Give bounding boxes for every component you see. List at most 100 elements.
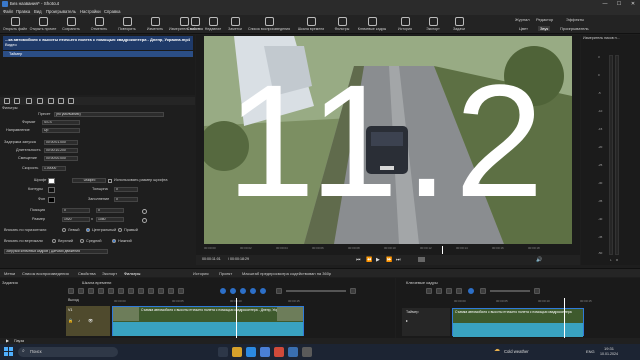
menu-edit[interactable]: Правка xyxy=(16,8,30,15)
thickness-input[interactable]: 0 xyxy=(114,187,138,192)
halign-center-radio[interactable] xyxy=(86,228,90,232)
size-width-input[interactable]: 1920 xyxy=(62,217,90,222)
split-icon[interactable] xyxy=(148,288,154,294)
kf-zoom-slider[interactable] xyxy=(490,290,530,292)
timeline-clip[interactable]: Съемка автомобиля с высоты птичьего поле… xyxy=(112,306,304,336)
layout-audio[interactable]: Звук xyxy=(538,26,551,31)
language-indicator[interactable]: ENG xyxy=(586,349,595,354)
current-timecode[interactable]: 00:00:11:01 xyxy=(202,257,221,261)
playlist-button[interactable]: Список воспроизведения xyxy=(245,16,293,33)
save-button[interactable]: Сохранить xyxy=(57,16,85,33)
move-down-icon[interactable] xyxy=(58,98,64,104)
next-marker-icon[interactable] xyxy=(178,288,184,294)
menu-view[interactable]: Вид xyxy=(34,8,42,15)
paste-filter-icon[interactable] xyxy=(37,98,43,104)
filters-button[interactable]: Фильтры xyxy=(328,16,356,33)
add-filter-icon[interactable] xyxy=(4,98,10,104)
task-view-icon[interactable] xyxy=(218,347,228,357)
preset-select[interactable]: (по умолчанию) xyxy=(54,112,164,117)
minimize-button[interactable]: — xyxy=(598,0,612,8)
redo-button[interactable]: Повторить xyxy=(113,16,141,33)
scrub-icon[interactable] xyxy=(230,288,236,294)
delay-input[interactable]: 00:00:01.000 xyxy=(44,140,78,145)
kf-add-icon[interactable] xyxy=(446,288,452,294)
volume-icon[interactable]: 🔊 xyxy=(536,257,542,263)
taskbar-search-box[interactable]: ⌕ Поиск xyxy=(18,347,118,357)
ripple-markers-icon[interactable] xyxy=(260,288,266,294)
lift-icon[interactable] xyxy=(128,288,134,294)
timeline-menu-icon[interactable] xyxy=(68,288,74,294)
kf-playhead[interactable] xyxy=(564,298,565,338)
history-button[interactable]: История xyxy=(391,16,419,33)
store-icon[interactable] xyxy=(260,347,270,357)
pause-icon[interactable]: ▶ xyxy=(6,338,9,343)
zoom-in-icon[interactable] xyxy=(350,288,356,294)
skip-end-icon[interactable]: ⏭ xyxy=(396,257,401,263)
preview-ruler[interactable]: 00:00:00 00:00:02 00:00:04 00:00:06 00:0… xyxy=(196,246,580,254)
direction-select[interactable]: Up xyxy=(42,128,80,133)
fast-forward-icon[interactable]: ⏩ xyxy=(386,257,392,263)
ripple-icon[interactable] xyxy=(240,288,246,294)
size-keyframe-icon[interactable] xyxy=(142,218,147,223)
playlist-clip-header[interactable]: ...ка автомобиля с высоты птичьего полет… xyxy=(3,36,193,50)
clock-time[interactable]: 19:31 xyxy=(604,346,614,351)
lock-icon[interactable]: 🔒 xyxy=(68,318,73,323)
remove-filter-icon[interactable] xyxy=(14,98,20,104)
ripple-delete-icon[interactable] xyxy=(118,288,124,294)
move-up-icon[interactable] xyxy=(48,98,54,104)
outline-color-swatch[interactable] xyxy=(48,187,55,193)
kf-toggle-icon[interactable]: ▸ xyxy=(406,318,408,323)
duration-input[interactable]: 00:00:10.200 xyxy=(44,148,78,153)
tab-properties[interactable]: Свойства xyxy=(78,269,96,278)
valign-middle-radio[interactable] xyxy=(80,239,84,243)
menu-settings[interactable]: Настройки xyxy=(80,8,101,15)
edge-icon[interactable] xyxy=(246,347,256,357)
text-color-swatch[interactable] xyxy=(48,178,55,184)
chrome-icon[interactable] xyxy=(274,347,284,357)
playhead-marker[interactable] xyxy=(442,246,443,254)
kf-menu-icon[interactable] xyxy=(426,288,432,294)
keyframes-loader-button[interactable]: Загрузки ключевых кадров | Датчики движе… xyxy=(4,249,108,254)
kf-zoom-in-icon[interactable] xyxy=(534,288,540,294)
prev-marker-icon[interactable] xyxy=(168,288,174,294)
track-header-v1[interactable]: V1 🔒 ♪ 👁 xyxy=(66,306,110,336)
timeline-playhead[interactable] xyxy=(236,298,237,338)
overwrite-icon[interactable] xyxy=(138,288,144,294)
maximize-button[interactable]: ☐ xyxy=(612,0,626,8)
jobs-button[interactable]: Задачи xyxy=(445,16,473,33)
layout-color[interactable]: Цвет xyxy=(519,26,528,31)
halign-right-radio[interactable] xyxy=(118,228,122,232)
app-taskbar-icon[interactable] xyxy=(302,347,312,357)
background-color-swatch[interactable] xyxy=(48,197,55,203)
kf-next-icon[interactable] xyxy=(456,288,462,294)
shotcut-taskbar-icon[interactable] xyxy=(288,347,298,357)
hide-icon[interactable]: 👁 xyxy=(88,318,93,323)
size-height-input[interactable]: 1080 xyxy=(96,217,124,222)
valign-bottom-radio[interactable] xyxy=(112,239,116,243)
tab-markers[interactable]: Метки xyxy=(4,269,15,278)
close-button[interactable]: ✕ xyxy=(626,0,640,8)
tab-export[interactable]: Экспорт xyxy=(102,269,117,278)
paste-icon[interactable] xyxy=(98,288,104,294)
undo-button[interactable]: Отменить xyxy=(85,16,113,33)
open-file-button[interactable]: Открыть файл xyxy=(1,16,29,33)
playlist-item-timer[interactable]: Таймер xyxy=(3,51,193,57)
kf-filter-header[interactable]: Таймер ▸ xyxy=(402,308,450,336)
kf-snap-icon[interactable] xyxy=(468,288,474,294)
kf-prev-icon[interactable] xyxy=(436,288,442,294)
layout-logging[interactable]: Журнал xyxy=(515,17,530,22)
position-x-input[interactable]: 0 xyxy=(62,208,90,213)
position-y-input[interactable]: 0 xyxy=(96,208,124,213)
kf-zoom-out-icon[interactable] xyxy=(480,288,486,294)
tab-playlist[interactable]: Список воспроизведения xyxy=(22,269,69,278)
open-other-button[interactable]: Открыть прочее xyxy=(29,16,57,33)
zoom-out-icon[interactable] xyxy=(276,288,282,294)
position-keyframe-icon[interactable] xyxy=(142,209,147,214)
copy-filter-icon[interactable] xyxy=(26,98,32,104)
font-button[interactable]: Ustopro xyxy=(72,178,106,183)
copy-icon[interactable] xyxy=(88,288,94,294)
menu-help[interactable]: Справка xyxy=(104,8,120,15)
zoom-preview-icon[interactable] xyxy=(418,257,425,262)
use-font-size-checkbox[interactable] xyxy=(108,179,112,183)
windows-start-icon[interactable] xyxy=(4,347,14,357)
